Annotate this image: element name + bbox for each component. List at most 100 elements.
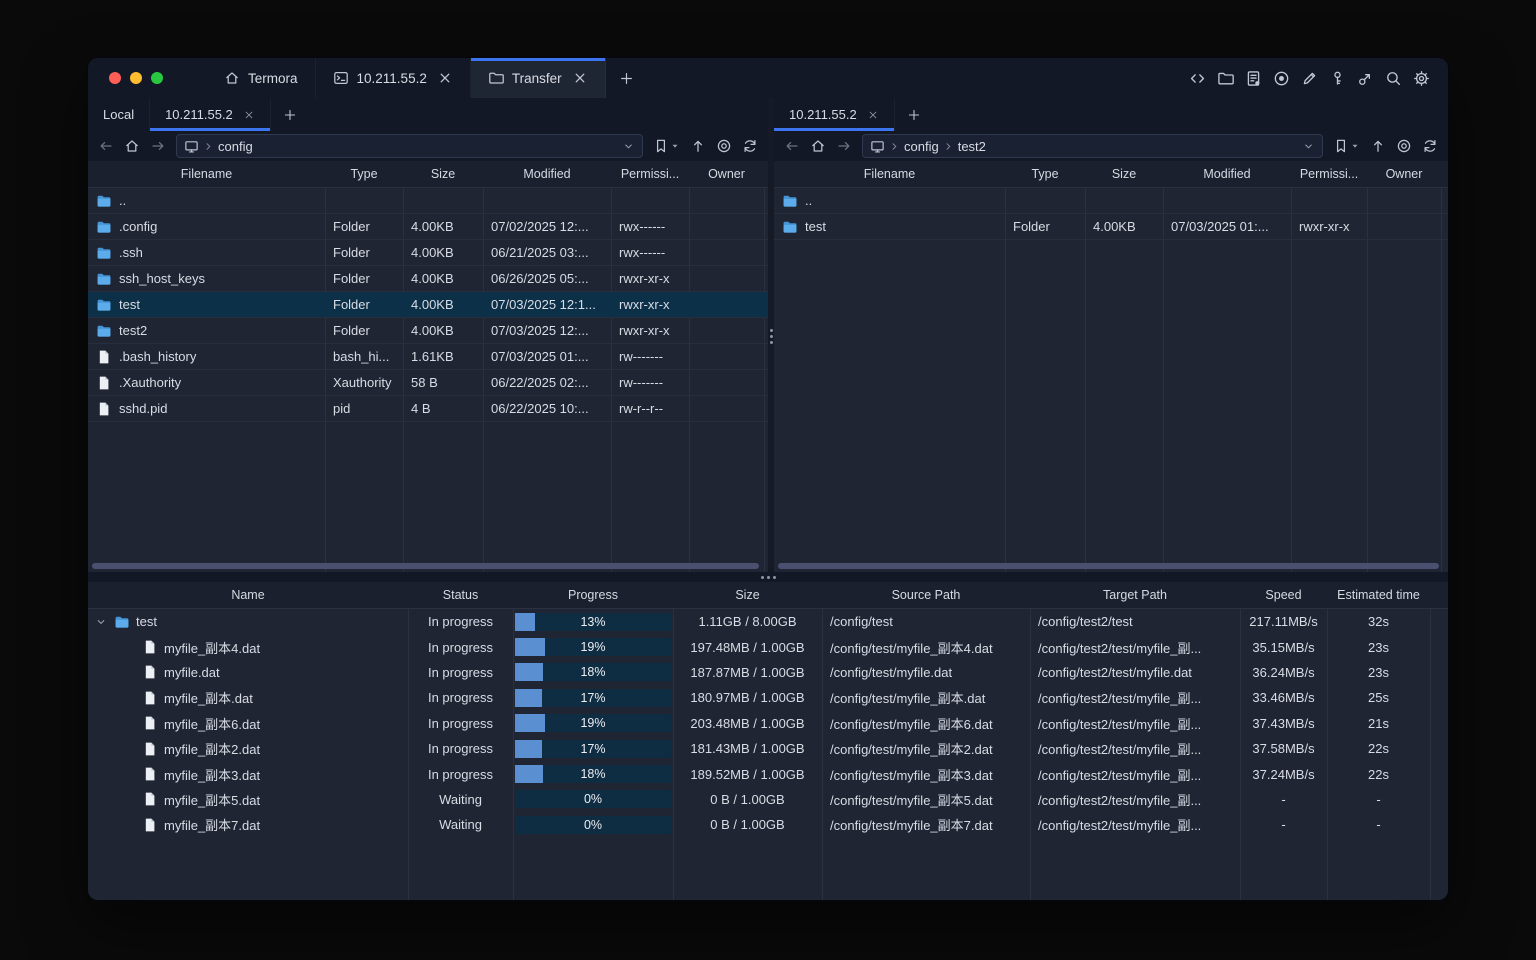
transfer-row-myfile-3-dat[interactable]: myfile_副本3.dat In progress 18% 189.52MB / 1… bbox=[88, 761, 1448, 786]
transfer-row-myfile-5-dat[interactable]: myfile_副本5.dat Waiting 0% 0 B / 1.00GB/conf… bbox=[88, 787, 1448, 812]
forward-button[interactable] bbox=[150, 138, 166, 154]
column-header-type[interactable]: Type bbox=[1005, 167, 1085, 181]
refresh-icon bbox=[742, 138, 758, 154]
chevron-down-icon[interactable] bbox=[622, 140, 635, 153]
minimize-window-button[interactable] bbox=[130, 72, 142, 84]
path-segment[interactable]: config bbox=[218, 139, 253, 154]
gear-button[interactable] bbox=[1413, 70, 1430, 87]
column-header-source-path[interactable]: Source Path bbox=[822, 588, 1030, 602]
file-row-sshd-pid[interactable]: sshd.pid pid 4 B 06/22/2025 10:... rw-r--r-- bbox=[88, 396, 768, 422]
column-header-owner[interactable]: Owner bbox=[1367, 167, 1441, 181]
close-window-button[interactable] bbox=[109, 72, 121, 84]
horizontal-scrollbar[interactable] bbox=[778, 563, 1439, 569]
back-button[interactable] bbox=[98, 138, 114, 154]
bookmark-button[interactable] bbox=[1333, 138, 1349, 154]
column-header-name[interactable]: Name bbox=[88, 588, 408, 602]
file-row-bash-history[interactable]: .bash_history bash_hi... 1.61KB 07/03/2025 … bbox=[88, 344, 768, 370]
titlebar-tab-transfer[interactable]: Transfer bbox=[470, 58, 606, 98]
caret-down-icon[interactable] bbox=[670, 141, 680, 151]
filename-cell: .bash_history bbox=[88, 349, 325, 365]
column-header-modified[interactable]: Modified bbox=[1163, 167, 1291, 181]
key-button[interactable] bbox=[1329, 70, 1346, 87]
transfer-row-myfile-7-dat[interactable]: myfile_副本7.dat Waiting 0% 0 B / 1.00GB/conf… bbox=[88, 812, 1448, 837]
file-row-ssh[interactable]: .ssh Folder 4.00KB 06/21/2025 03:... rwx----… bbox=[88, 240, 768, 266]
file-row-ssh-host-keys[interactable]: ssh_host_keys Folder 4.00KB 06/26/2025 05:.… bbox=[88, 266, 768, 292]
file-row-test[interactable]: test Folder 4.00KB 07/03/2025 01:... rwxr-xr… bbox=[774, 214, 1448, 240]
navigation-bar: config test2 bbox=[774, 131, 1448, 161]
file-row-test2[interactable]: test2 Folder 4.00KB 07/03/2025 12:... rwxr-x… bbox=[88, 318, 768, 344]
search-button[interactable] bbox=[1385, 70, 1402, 87]
column-header-size[interactable]: Size bbox=[673, 588, 822, 602]
expander-icon[interactable] bbox=[94, 615, 108, 629]
new-pane-tab-button[interactable] bbox=[271, 98, 309, 131]
pane-tab-10-211-55-2[interactable]: 10.211.55.2 bbox=[150, 98, 271, 131]
window-controls bbox=[88, 58, 183, 98]
upload-button[interactable] bbox=[690, 138, 706, 154]
plus-icon bbox=[283, 108, 297, 122]
code-button[interactable] bbox=[1189, 70, 1206, 87]
file-row-item[interactable]: .. bbox=[88, 188, 768, 214]
column-header-filename[interactable]: Filename bbox=[88, 167, 325, 181]
new-app-tab-button[interactable] bbox=[606, 58, 647, 98]
column-header-modified[interactable]: Modified bbox=[483, 167, 611, 181]
file-row-item[interactable]: .. bbox=[774, 188, 1448, 214]
progress-label: 18% bbox=[580, 665, 606, 680]
upload-button[interactable] bbox=[1370, 138, 1386, 154]
zoom-window-button[interactable] bbox=[151, 72, 163, 84]
new-pane-tab-button[interactable] bbox=[895, 98, 933, 131]
refresh-button[interactable] bbox=[1422, 138, 1438, 154]
column-header-type[interactable]: Type bbox=[325, 167, 403, 181]
column-header-filename[interactable]: Filename bbox=[774, 167, 1005, 181]
transfer-row-myfile-dat[interactable]: myfile.dat In progress 18% 187.87MB / 1.00G… bbox=[88, 660, 1448, 685]
transfer-row-myfile-dat[interactable]: myfile_副本.dat In progress 17% 180.97MB / 1.… bbox=[88, 685, 1448, 710]
horizontal-scrollbar[interactable] bbox=[92, 563, 759, 569]
pane-tab-local[interactable]: Local bbox=[88, 98, 151, 131]
plus-icon bbox=[619, 71, 634, 86]
close-icon[interactable] bbox=[437, 70, 453, 86]
path-bar[interactable]: config bbox=[176, 134, 643, 158]
file-row-config[interactable]: .config Folder 4.00KB 07/02/2025 12:... rwx-… bbox=[88, 214, 768, 240]
column-header-size[interactable]: Size bbox=[403, 167, 483, 181]
transfer-row-myfile-2-dat[interactable]: myfile_副本2.dat In progress 17% 181.43MB / 1… bbox=[88, 736, 1448, 761]
column-header-permissi[interactable]: Permissi... bbox=[1291, 167, 1367, 181]
file-row-test[interactable]: test Folder 4.00KB 07/03/2025 12:1... rwxr-x… bbox=[88, 292, 768, 318]
column-header-estimated-time[interactable]: Estimated time bbox=[1327, 588, 1430, 602]
column-header-progress[interactable]: Progress bbox=[513, 588, 673, 602]
close-icon[interactable] bbox=[572, 70, 588, 86]
back-button[interactable] bbox=[784, 138, 800, 154]
close-icon[interactable] bbox=[243, 109, 255, 121]
transfer-row-test[interactable]: test In progress 13% 1.11GB / 8.00GB/config… bbox=[88, 609, 1448, 634]
horizontal-splitter[interactable] bbox=[88, 572, 1448, 582]
pane-tab-10-211-55-2[interactable]: 10.211.55.2 bbox=[774, 98, 895, 131]
column-header-target-path[interactable]: Target Path bbox=[1030, 588, 1240, 602]
column-header-speed[interactable]: Speed bbox=[1240, 588, 1327, 602]
titlebar-tab-termora[interactable]: Termora bbox=[207, 58, 316, 98]
column-header-status[interactable]: Status bbox=[408, 588, 513, 602]
column-header-permissi[interactable]: Permissi... bbox=[611, 167, 689, 181]
transfer-row-myfile-6-dat[interactable]: myfile_副本6.dat In progress 19% 203.48MB / 1… bbox=[88, 711, 1448, 736]
pencil-button[interactable] bbox=[1301, 70, 1318, 87]
folder-outline-button[interactable] bbox=[1217, 70, 1234, 87]
keychain-button[interactable] bbox=[1357, 70, 1374, 87]
column-header-size[interactable]: Size bbox=[1085, 167, 1163, 181]
path-segment[interactable]: config bbox=[904, 139, 939, 154]
refresh-button[interactable] bbox=[742, 138, 758, 154]
caret-down-icon[interactable] bbox=[1350, 141, 1360, 151]
show-hidden-files-button[interactable] bbox=[1396, 138, 1412, 154]
file-row-xauthority[interactable]: .Xauthority Xauthority 58 B 06/22/2025 02:.… bbox=[88, 370, 768, 396]
home-button[interactable] bbox=[124, 138, 140, 154]
record-button[interactable] bbox=[1273, 70, 1290, 87]
forward-button[interactable] bbox=[836, 138, 852, 154]
path-segment[interactable]: test2 bbox=[958, 139, 986, 154]
file-icon bbox=[142, 741, 158, 757]
path-bar[interactable]: config test2 bbox=[862, 134, 1323, 158]
transfer-row-myfile-4-dat[interactable]: myfile_副本4.dat In progress 19% 197.48MB / 1… bbox=[88, 634, 1448, 659]
bookmark-button[interactable] bbox=[653, 138, 669, 154]
log-button[interactable] bbox=[1245, 70, 1262, 87]
column-header-owner[interactable]: Owner bbox=[689, 167, 764, 181]
close-icon[interactable] bbox=[867, 109, 879, 121]
home-button[interactable] bbox=[810, 138, 826, 154]
titlebar-tab-10-211-55-2[interactable]: 10.211.55.2 bbox=[316, 58, 471, 98]
chevron-down-icon[interactable] bbox=[1302, 140, 1315, 153]
show-hidden-files-button[interactable] bbox=[716, 138, 732, 154]
